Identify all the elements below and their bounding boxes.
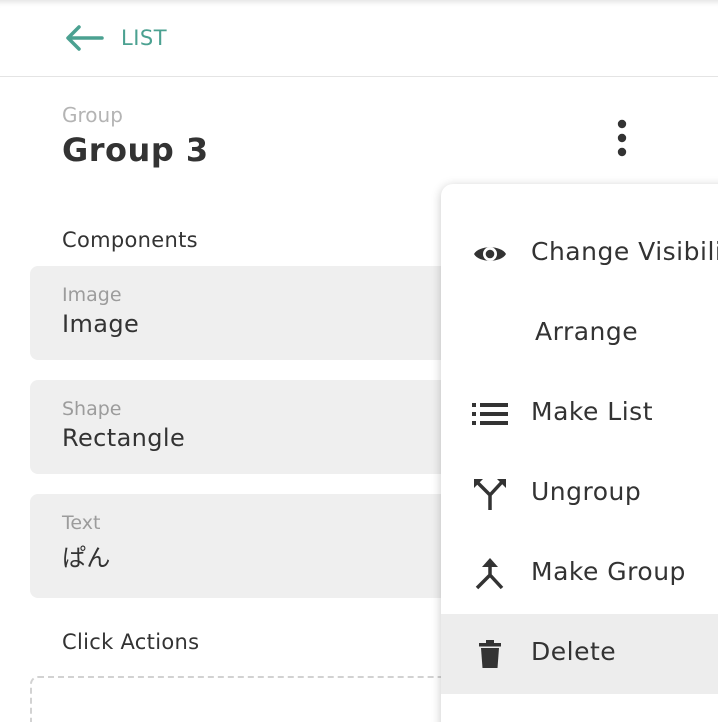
menu-item-delete[interactable]: Delete	[441, 614, 718, 694]
menu-item-ungroup[interactable]: Ungroup	[441, 454, 718, 534]
arrow-left-icon	[66, 25, 104, 51]
split-icon	[472, 478, 508, 510]
component-card-image[interactable]: Image Image	[30, 266, 500, 360]
component-card-shape[interactable]: Shape Rectangle	[30, 380, 500, 474]
components-heading: Components	[62, 228, 198, 252]
menu-item-label: Change Visibility	[531, 237, 718, 266]
component-card-text[interactable]: Text ぱん	[30, 494, 500, 598]
menu-item-make-group[interactable]: Make Group	[441, 534, 718, 614]
add-click-action-dropzone[interactable]	[30, 676, 500, 722]
merge-icon	[472, 558, 508, 590]
eye-icon	[472, 238, 508, 270]
more-vertical-icon	[617, 119, 627, 157]
menu-item-label: Arrange	[535, 317, 639, 346]
back-to-list-link[interactable]: LIST	[64, 20, 167, 56]
component-type: Text	[62, 512, 101, 534]
group-options-menu: Change Visibility Arrange Make List	[441, 184, 718, 722]
component-name: ぱん	[62, 544, 111, 572]
back-link-label: LIST	[121, 26, 168, 50]
trash-icon	[472, 638, 508, 670]
component-name: Rectangle	[62, 424, 186, 452]
menu-item-label: Delete	[531, 637, 617, 666]
more-options-button[interactable]	[600, 114, 644, 162]
menu-item-make-list[interactable]: Make List	[441, 374, 718, 454]
menu-item-change-visibility[interactable]: Change Visibility	[441, 214, 718, 294]
menu-item-arrange[interactable]: Arrange	[441, 294, 718, 374]
list-icon	[472, 398, 508, 430]
component-type: Image	[62, 284, 122, 306]
click-actions-heading: Click Actions	[62, 630, 200, 654]
object-type-label: Group	[62, 103, 123, 127]
top-bar: LIST	[0, 0, 718, 77]
menu-item-label: Make Group	[531, 557, 686, 586]
menu-item-label: Make List	[531, 397, 654, 426]
page-title: Group 3	[62, 131, 209, 169]
component-name: Image	[62, 310, 140, 338]
component-type: Shape	[62, 398, 122, 420]
menu-item-label: Ungroup	[531, 477, 642, 506]
editor-panel: LIST Group Group 3 Components Image Imag…	[0, 0, 718, 722]
